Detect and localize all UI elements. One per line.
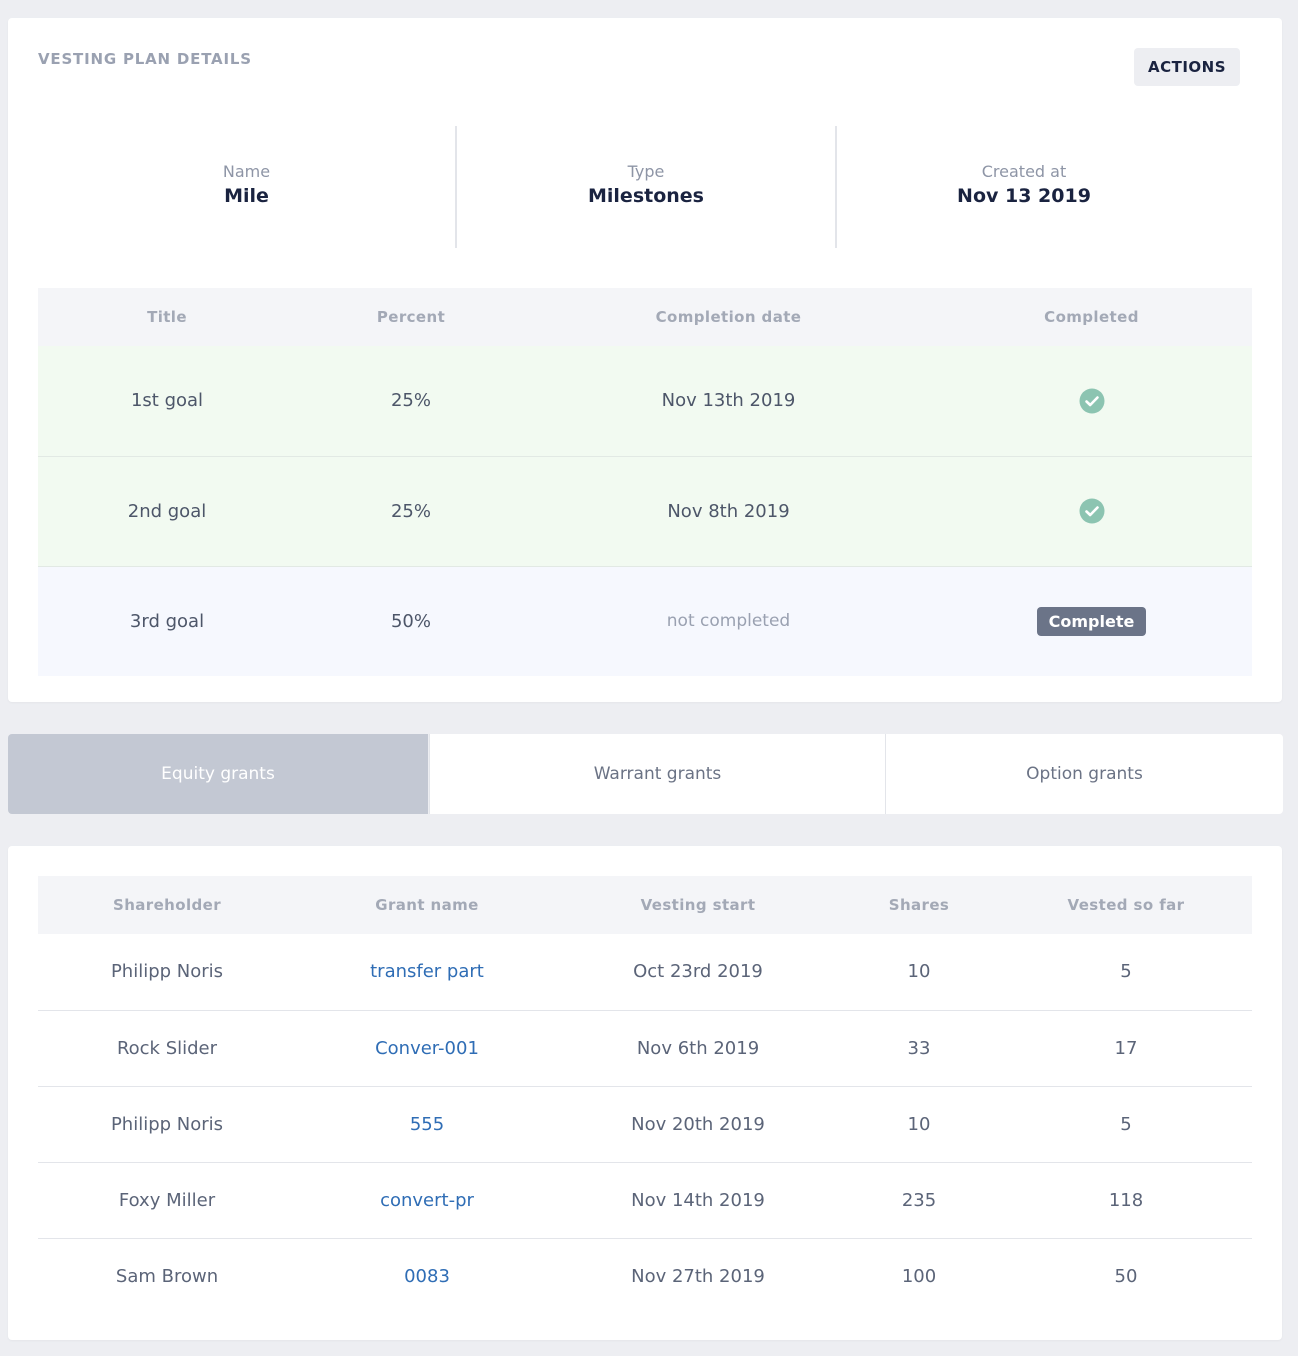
column-header-shareholder: Shareholder — [112, 896, 221, 914]
tab-option-grants[interactable]: Option grants — [885, 734, 1283, 814]
grants-card: Shareholder Grant name Vesting start Sha… — [8, 846, 1282, 1340]
vesting-start: Nov 20th 2019 — [631, 1113, 765, 1135]
plan-name-cell: Name Mile — [38, 126, 455, 248]
shares: 100 — [901, 1265, 937, 1287]
card-title: VESTING PLAN DETAILS — [38, 50, 252, 68]
grant-name-cell: 555 — [296, 1086, 558, 1162]
grant-name-link[interactable]: Conver-001 — [375, 1038, 479, 1059]
column-header-title: Title — [147, 308, 187, 326]
column-header-completed: Completed — [1044, 308, 1139, 326]
plan-info: Name Mile Type Milestones Created at Nov… — [38, 126, 1252, 248]
vested-so-far: 5 — [1120, 1113, 1132, 1135]
plan-type-value: Milestones — [588, 185, 704, 207]
milestone-title: 3rd goal — [129, 610, 205, 632]
tab-warrant-grants[interactable]: Warrant grants — [429, 734, 885, 814]
plan-created-cell: Created at Nov 13 2019 — [835, 126, 1213, 248]
vesting-plan-details-card: VESTING PLAN DETAILS ACTIONS Name Mile T… — [8, 18, 1282, 702]
column-header-vested-so-far: Vested so far — [1067, 896, 1185, 914]
grant-name-link[interactable]: transfer part — [370, 961, 484, 982]
grant-name-link[interactable]: 0083 — [404, 1266, 450, 1287]
vested-so-far: 5 — [1120, 961, 1132, 983]
tab-equity-grants[interactable]: Equity grants — [8, 734, 428, 814]
milestone-percent: 25% — [390, 500, 431, 522]
milestones-table: Title Percent Completion date Completed … — [38, 288, 1252, 676]
plan-name-label: Name — [222, 162, 271, 181]
milestones-header-row: Title Percent Completion date Completed — [38, 288, 1252, 346]
shareholder-name: Rock Slider — [116, 1037, 218, 1059]
plan-type-label: Type — [627, 162, 665, 181]
vesting-start: Oct 23rd 2019 — [633, 961, 763, 983]
milestone-row: 3rd goal 50% not completed Complete — [38, 566, 1252, 676]
milestone-completion-date: Nov 8th 2019 — [667, 500, 790, 522]
column-header-percent: Percent — [376, 308, 446, 326]
vesting-start: Nov 6th 2019 — [636, 1037, 760, 1059]
grant-type-tabs: Equity grants Warrant grants Option gran… — [8, 734, 1283, 814]
grant-row: Foxy Miller convert-pr Nov 14th 2019 235… — [38, 1162, 1252, 1238]
grant-row: Sam Brown 0083 Nov 27th 2019 100 50 — [38, 1238, 1252, 1314]
grants-table: Shareholder Grant name Vesting start Sha… — [38, 876, 1252, 1314]
grant-row: Philipp Noris 555 Nov 20th 2019 10 5 — [38, 1086, 1252, 1162]
vested-so-far: 50 — [1114, 1265, 1138, 1287]
milestone-row: 1st goal 25% Nov 13th 2019 — [38, 346, 1252, 456]
plan-type-cell: Type Milestones — [455, 126, 837, 248]
shareholder-name: Sam Brown — [115, 1265, 219, 1287]
grant-name-cell: Conver-001 — [296, 1010, 558, 1086]
column-header-completion-date: Completion date — [655, 308, 802, 326]
grant-row: Philipp Noris transfer part Oct 23rd 201… — [38, 934, 1252, 1010]
milestone-completion-date: Nov 13th 2019 — [661, 390, 796, 412]
column-header-grant-name: Grant name — [375, 896, 479, 914]
shares: 10 — [907, 1113, 931, 1135]
grant-name-cell: transfer part — [296, 934, 558, 1010]
milestone-completed-cell — [931, 456, 1252, 566]
grant-name-cell: convert-pr — [296, 1162, 558, 1238]
shares: 235 — [901, 1189, 937, 1211]
grant-name-cell: 0083 — [296, 1238, 558, 1314]
shareholder-name: Philipp Noris — [110, 961, 224, 983]
shareholder-name: Foxy Miller — [118, 1189, 216, 1211]
grant-name-link[interactable]: convert-pr — [380, 1190, 474, 1211]
check-circle-icon — [1079, 498, 1104, 524]
plan-created-value: Nov 13 2019 — [957, 185, 1091, 207]
actions-button[interactable]: ACTIONS — [1134, 48, 1240, 86]
grants-header-row: Shareholder Grant name Vesting start Sha… — [38, 876, 1252, 934]
milestone-percent: 50% — [390, 610, 431, 632]
plan-name-value: Mile — [224, 185, 269, 207]
milestone-title: 1st goal — [130, 390, 204, 412]
complete-milestone-button[interactable]: Complete — [1036, 606, 1147, 636]
vested-so-far: 118 — [1108, 1189, 1144, 1211]
check-circle-icon — [1079, 388, 1104, 414]
shares: 10 — [907, 961, 931, 983]
grant-row: Rock Slider Conver-001 Nov 6th 2019 33 1… — [38, 1010, 1252, 1086]
grant-name-link[interactable]: 555 — [410, 1114, 444, 1135]
milestone-completed-cell — [931, 346, 1252, 456]
column-header-shares: Shares — [888, 896, 950, 914]
milestone-title: 2nd goal — [127, 500, 207, 522]
milestone-row: 2nd goal 25% Nov 8th 2019 — [38, 456, 1252, 566]
shareholder-name: Philipp Noris — [110, 1113, 224, 1135]
vested-so-far: 17 — [1114, 1037, 1138, 1059]
column-header-vesting-start: Vesting start — [640, 896, 756, 914]
vesting-start: Nov 27th 2019 — [631, 1265, 765, 1287]
shares: 33 — [907, 1037, 931, 1059]
milestone-completed-cell: Complete — [931, 566, 1252, 676]
milestone-percent: 25% — [390, 390, 431, 412]
plan-created-label: Created at — [981, 162, 1067, 181]
vesting-start: Nov 14th 2019 — [631, 1189, 765, 1211]
milestone-completion-date: not completed — [666, 611, 791, 632]
